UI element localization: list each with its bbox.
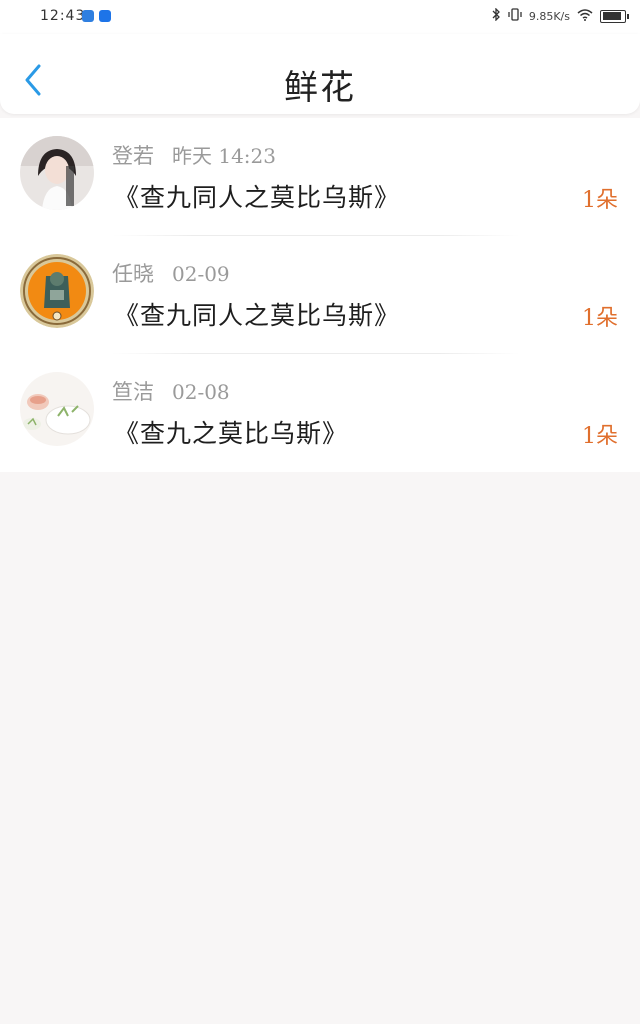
network-speed: 9.85K/s bbox=[528, 9, 570, 23]
item-meta: 任晓 02-09 bbox=[112, 258, 230, 288]
status-time: 12:43 bbox=[40, 8, 86, 24]
flower-count: 1朵 bbox=[582, 188, 618, 213]
book-title: 《查九同人之莫比乌斯》 bbox=[114, 301, 401, 330]
list-item[interactable]: 登若 昨天 14:23 《查九同人之莫比乌斯》 1朵 bbox=[0, 118, 640, 236]
vibrate-icon bbox=[508, 8, 522, 24]
app-notification-icon bbox=[99, 10, 111, 22]
book-title: 《查九之莫比乌斯》 bbox=[114, 419, 349, 448]
send-time: 昨天 14:23 bbox=[172, 144, 276, 168]
send-time: 02-09 bbox=[172, 262, 230, 286]
bluetooth-icon bbox=[492, 7, 501, 24]
avatar[interactable] bbox=[20, 372, 94, 446]
wifi-icon bbox=[577, 8, 593, 24]
sender-name: 登若 bbox=[112, 144, 154, 168]
list-item[interactable]: 笪洁 02-08 《查九之莫比乌斯》 1朵 bbox=[0, 354, 640, 472]
page-title: 鲜花 bbox=[284, 68, 356, 108]
list-item[interactable]: 任晓 02-09 《查九同人之莫比乌斯》 1朵 bbox=[0, 236, 640, 354]
send-time: 02-08 bbox=[172, 380, 230, 404]
flower-list: 登若 昨天 14:23 《查九同人之莫比乌斯》 1朵 任晓 02-09 《查九同人之… bbox=[0, 118, 640, 472]
status-indicators: 9.85K/s bbox=[492, 7, 629, 24]
avatar[interactable] bbox=[20, 254, 94, 328]
battery-icon bbox=[600, 9, 629, 23]
status-bar: 12:43 9.85K/s bbox=[0, 0, 640, 34]
app-notification-icon bbox=[82, 10, 94, 22]
item-meta: 笪洁 02-08 bbox=[112, 376, 230, 406]
avatar[interactable] bbox=[20, 136, 94, 210]
sender-name: 笪洁 bbox=[112, 380, 154, 404]
sender-name: 任晓 bbox=[112, 262, 154, 286]
flower-count: 1朵 bbox=[582, 424, 618, 449]
item-meta: 登若 昨天 14:23 bbox=[112, 140, 276, 170]
header: 鲜花 bbox=[0, 34, 640, 114]
book-title: 《查九同人之莫比乌斯》 bbox=[114, 183, 401, 212]
flower-count: 1朵 bbox=[582, 306, 618, 331]
